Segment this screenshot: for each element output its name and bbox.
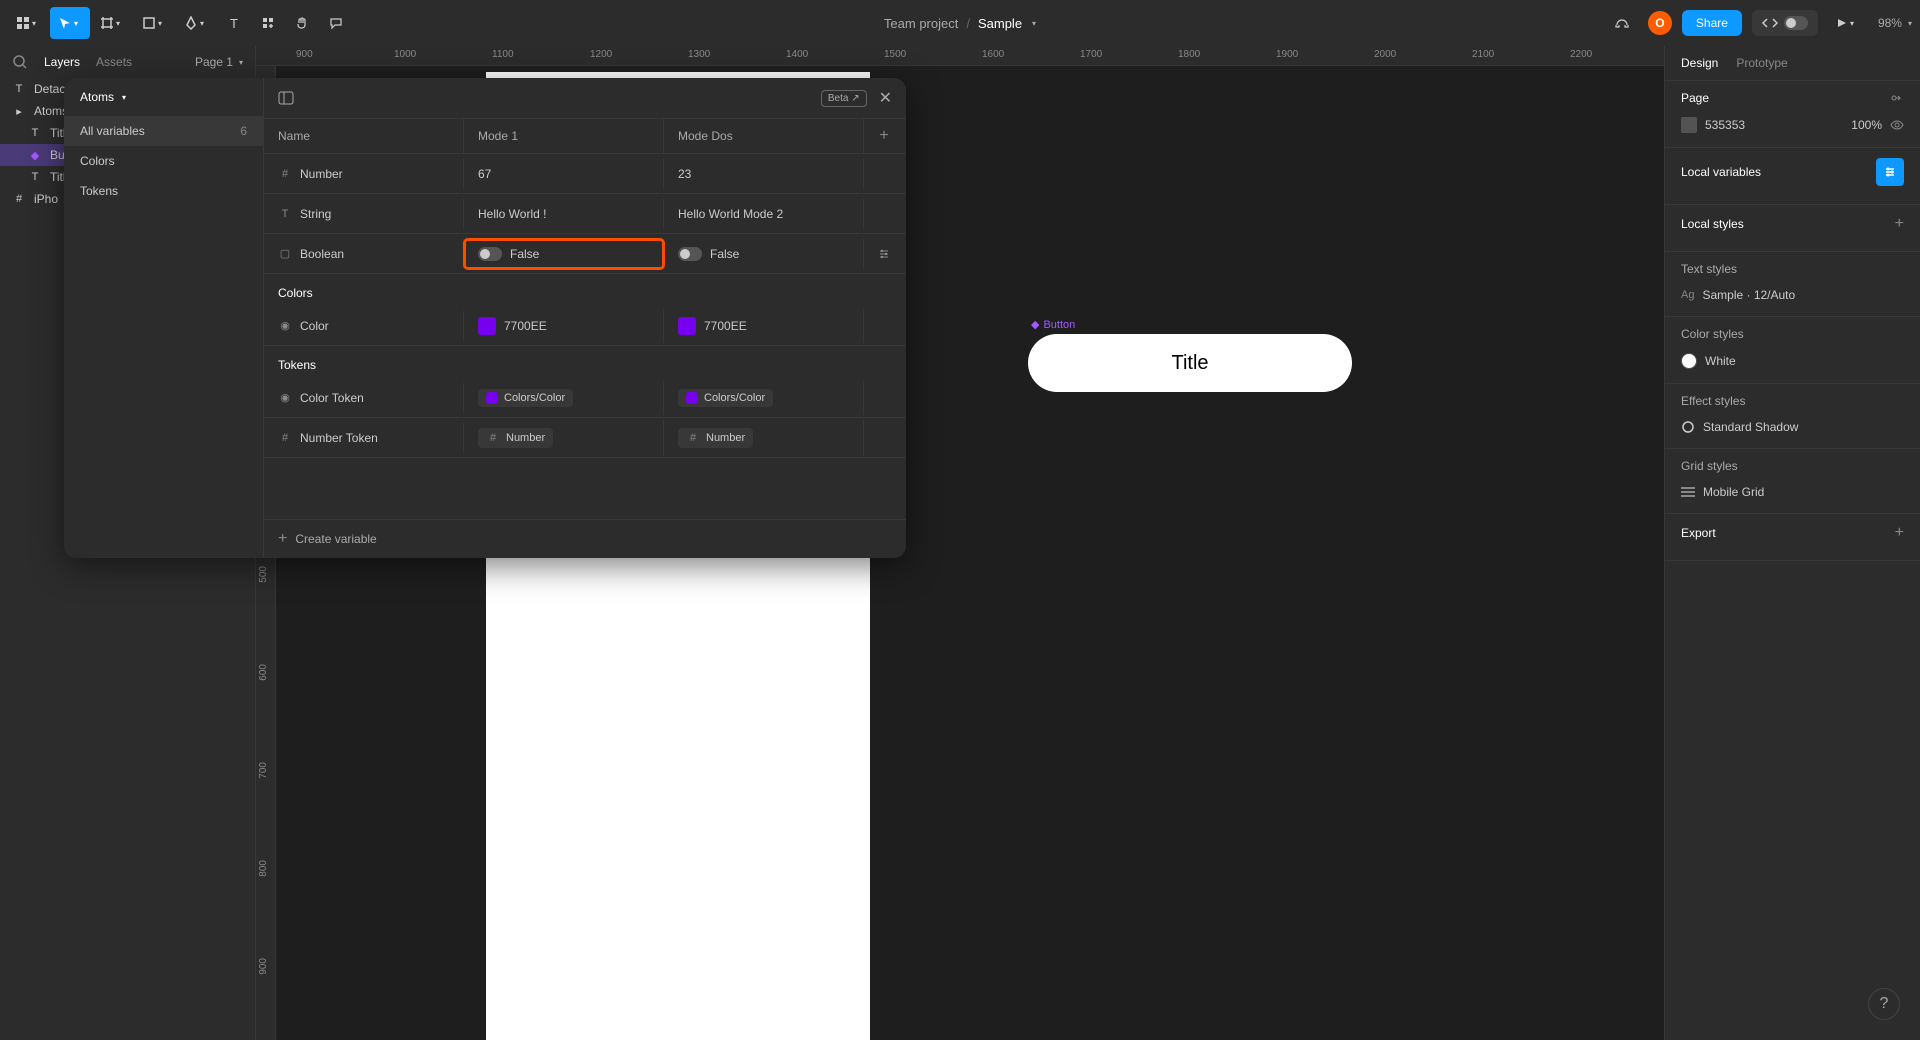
right-panel: Design Prototype Page 535353 100% Local … bbox=[1664, 46, 1920, 1040]
chevron-down-icon: ▾ bbox=[1908, 19, 1912, 28]
col-mode1-header[interactable]: Mode 1 bbox=[464, 119, 664, 153]
sidebar-toggle-icon[interactable] bbox=[278, 90, 294, 106]
top-toolbar: ▾ ▾ ▾ ▾ ▾ T Team project bbox=[0, 0, 1920, 46]
grid-icon bbox=[1681, 487, 1695, 497]
variable-value-mode1[interactable]: Hello World ! bbox=[464, 199, 664, 229]
close-button[interactable]: ✕ bbox=[879, 88, 892, 108]
variables-group-item[interactable]: Colors bbox=[64, 146, 263, 176]
variable-value-mode2[interactable]: 23 bbox=[664, 159, 864, 189]
bg-hex[interactable]: 535353 bbox=[1705, 118, 1745, 132]
export-label: Export bbox=[1681, 526, 1716, 540]
search-icon[interactable] bbox=[12, 54, 28, 70]
effect-styles-label: Effect styles bbox=[1681, 394, 1745, 408]
grid-styles-label: Grid styles bbox=[1681, 459, 1738, 473]
variable-value-mode1[interactable]: False bbox=[464, 239, 664, 269]
chevron-down-icon: ▾ bbox=[239, 58, 243, 67]
zoom-control[interactable]: 98% ▾ bbox=[1878, 16, 1912, 30]
project-name: Team project bbox=[884, 16, 958, 31]
dev-toggle bbox=[1784, 16, 1808, 30]
chevron-down-icon: ▾ bbox=[116, 19, 120, 28]
variable-row[interactable]: ◉Color TokenColors/ColorColors/Color bbox=[264, 378, 906, 418]
user-avatar[interactable]: O bbox=[1648, 11, 1672, 35]
variables-settings-button[interactable] bbox=[1876, 158, 1904, 186]
main-menu-button[interactable]: ▾ bbox=[8, 7, 48, 39]
frame-tool[interactable]: ▾ bbox=[92, 7, 132, 39]
bg-opacity[interactable]: 100% bbox=[1851, 118, 1882, 132]
chevron-down-icon: ▾ bbox=[1850, 19, 1854, 28]
add-export-button[interactable]: + bbox=[1895, 524, 1904, 542]
chevron-down-icon: ▾ bbox=[200, 19, 204, 28]
design-tab[interactable]: Design bbox=[1681, 56, 1718, 70]
variable-row[interactable]: #Number6723 bbox=[264, 154, 906, 194]
text-styles-label: Text styles bbox=[1681, 262, 1737, 276]
settings-icon[interactable] bbox=[877, 247, 891, 261]
col-mode2-header[interactable]: Mode Dos bbox=[664, 119, 864, 153]
resources-tool[interactable] bbox=[252, 7, 284, 39]
create-variable-button[interactable]: + Create variable bbox=[264, 519, 906, 558]
add-mode-button[interactable]: + bbox=[879, 127, 888, 145]
ruler-horizontal: 9001000110012001300140015001600170018001… bbox=[256, 46, 1664, 66]
chevron-down-icon: ▾ bbox=[158, 19, 162, 28]
white-swatch-icon bbox=[1681, 353, 1697, 369]
prototype-tab[interactable]: Prototype bbox=[1736, 56, 1787, 70]
share-button[interactable]: Share bbox=[1682, 10, 1742, 36]
text-tool[interactable]: T bbox=[218, 7, 250, 39]
variable-row[interactable]: TStringHello World !Hello World Mode 2 bbox=[264, 194, 906, 234]
beta-badge[interactable]: Beta ↗ bbox=[821, 90, 867, 107]
present-button[interactable]: ▾ bbox=[1828, 7, 1868, 39]
file-title[interactable]: Team project / Sample ▾ bbox=[884, 16, 1036, 31]
variables-group-item[interactable]: All variables6 bbox=[64, 116, 263, 146]
col-name-header: Name bbox=[264, 119, 464, 153]
text-style-icon: Ag bbox=[1681, 289, 1694, 301]
page-section-label: Page bbox=[1681, 91, 1709, 105]
variable-value-mode2[interactable]: Hello World Mode 2 bbox=[664, 199, 864, 229]
color-styles-label: Color styles bbox=[1681, 327, 1744, 341]
canvas-component-label[interactable]: ◆ Button bbox=[1031, 318, 1075, 331]
bg-color-swatch[interactable] bbox=[1681, 117, 1697, 133]
variables-panel: Atoms ▾ All variables6ColorsTokens Beta … bbox=[64, 78, 906, 558]
component-icon: ◆ bbox=[1031, 318, 1039, 331]
shadow-icon bbox=[1681, 420, 1695, 434]
variables-sidebar: Atoms ▾ All variables6ColorsTokens bbox=[64, 78, 264, 558]
help-button[interactable]: ? bbox=[1868, 988, 1900, 1020]
hand-tool[interactable] bbox=[286, 7, 318, 39]
variable-row[interactable]: #Number Token#Number#Number bbox=[264, 418, 906, 458]
local-styles-label: Local styles bbox=[1681, 217, 1744, 231]
move-tool[interactable]: ▾ bbox=[50, 7, 90, 39]
variables-group-item[interactable]: Tokens bbox=[64, 176, 263, 206]
chevron-down-icon: ▾ bbox=[122, 93, 126, 102]
prototype-settings-icon[interactable] bbox=[1890, 91, 1904, 105]
canvas-button-instance[interactable]: Title bbox=[1028, 334, 1352, 392]
audio-button[interactable] bbox=[1606, 7, 1638, 39]
grid-style-item[interactable]: Mobile Grid bbox=[1681, 481, 1904, 503]
assets-tab[interactable]: Assets bbox=[96, 55, 132, 69]
variable-row[interactable]: ◉Color7700EE7700EE bbox=[264, 306, 906, 346]
local-variables-label: Local variables bbox=[1681, 165, 1761, 179]
variable-value-mode1[interactable]: 67 bbox=[464, 159, 664, 189]
collection-selector[interactable]: Atoms ▾ bbox=[64, 78, 263, 116]
plus-icon: + bbox=[278, 530, 287, 548]
visibility-icon[interactable] bbox=[1890, 118, 1904, 132]
file-name: Sample bbox=[978, 16, 1022, 31]
comment-tool[interactable] bbox=[320, 7, 352, 39]
chevron-down-icon: ▾ bbox=[1032, 19, 1036, 28]
variable-value-mode2[interactable]: False bbox=[664, 239, 864, 269]
color-style-item[interactable]: White bbox=[1681, 349, 1904, 373]
chevron-down-icon: ▾ bbox=[32, 19, 36, 28]
chevron-down-icon: ▾ bbox=[74, 19, 78, 28]
page-selector[interactable]: Page 1 ▾ bbox=[195, 55, 243, 69]
layers-tab[interactable]: Layers bbox=[44, 55, 80, 69]
dev-mode-button[interactable] bbox=[1752, 10, 1818, 36]
variable-row[interactable]: ▢BooleanFalseFalse bbox=[264, 234, 906, 274]
pen-tool[interactable]: ▾ bbox=[176, 7, 216, 39]
text-style-item[interactable]: Ag Sample · 12/Auto bbox=[1681, 284, 1904, 306]
shape-tool[interactable]: ▾ bbox=[134, 7, 174, 39]
separator: / bbox=[966, 16, 970, 31]
effect-style-item[interactable]: Standard Shadow bbox=[1681, 416, 1904, 438]
add-style-button[interactable]: + bbox=[1895, 215, 1904, 233]
svg-text:T: T bbox=[230, 16, 238, 30]
